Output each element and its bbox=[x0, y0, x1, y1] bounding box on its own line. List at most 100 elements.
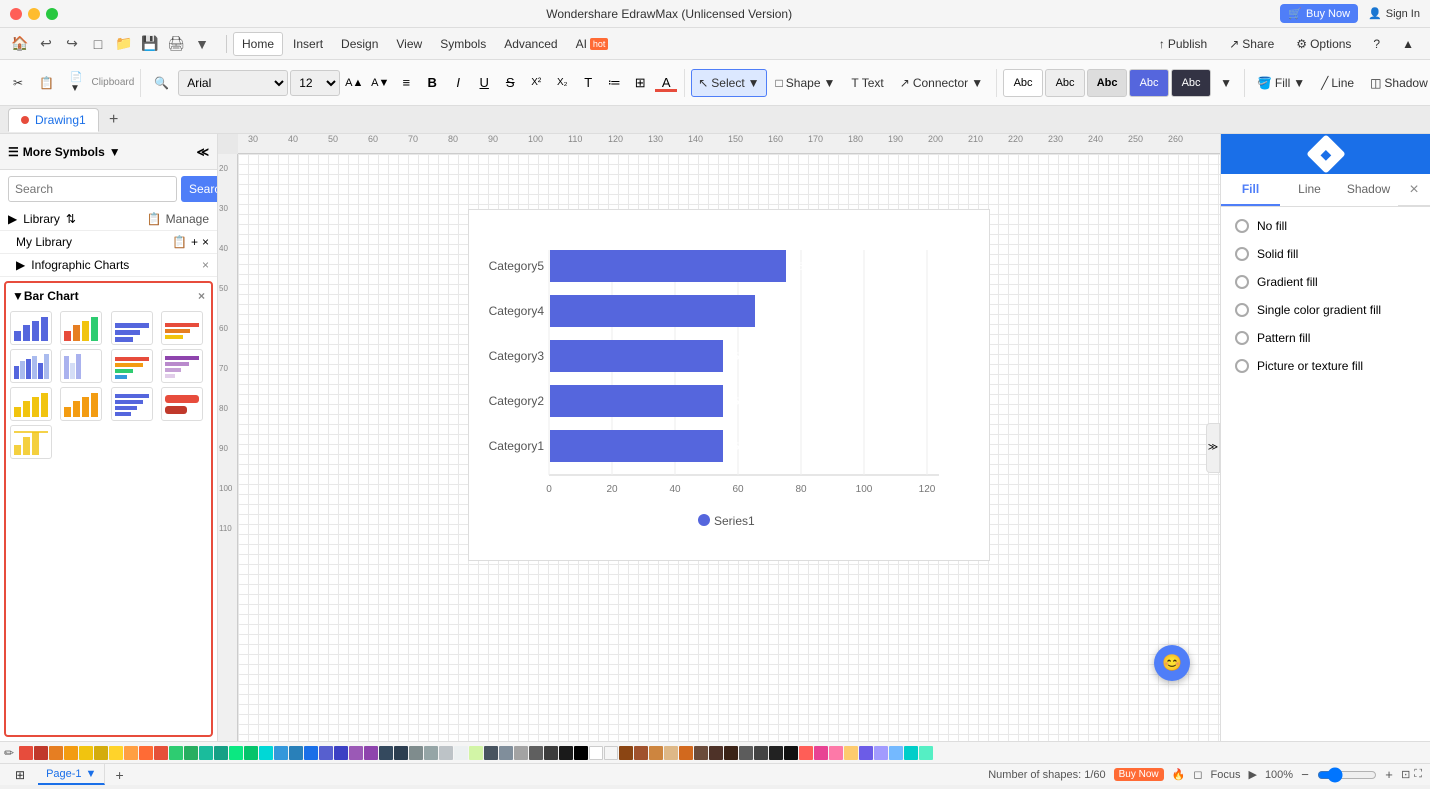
chart-thumb-10[interactable] bbox=[60, 387, 102, 421]
select-tool-btn[interactable]: ↖ Select ▼ bbox=[691, 69, 766, 97]
text-tool-btn[interactable]: T Text bbox=[844, 69, 890, 97]
color-swatch-25[interactable] bbox=[394, 746, 408, 760]
color-swatch-40[interactable] bbox=[619, 746, 633, 760]
page-1-tab[interactable]: Page-1 ▼ bbox=[38, 764, 105, 785]
color-swatch-12[interactable] bbox=[199, 746, 213, 760]
color-swatch-18[interactable] bbox=[289, 746, 303, 760]
undo-btn[interactable]: ↩ bbox=[34, 32, 58, 56]
styles-more-btn[interactable]: ▼ bbox=[1213, 69, 1239, 97]
color-swatch-17[interactable] bbox=[274, 746, 288, 760]
chart-thumb-1[interactable] bbox=[10, 311, 52, 345]
color-swatch-37[interactable] bbox=[574, 746, 588, 760]
style-abc-2[interactable]: Abc bbox=[1045, 69, 1085, 97]
menu-insert[interactable]: Insert bbox=[285, 33, 331, 55]
sign-in-button[interactable]: 👤 Sign In bbox=[1368, 7, 1420, 20]
close-window-btn[interactable] bbox=[10, 8, 22, 20]
chart-thumb-6[interactable] bbox=[60, 349, 102, 383]
color-swatch-34[interactable] bbox=[529, 746, 543, 760]
menu-advanced[interactable]: Advanced bbox=[496, 33, 565, 55]
color-swatch-36[interactable] bbox=[559, 746, 573, 760]
bar-chart-container[interactable]: Category5 Category4 Category3 Category2 … bbox=[468, 209, 990, 561]
fill-tab[interactable]: Fill bbox=[1221, 174, 1280, 206]
my-library-add-icon[interactable]: + bbox=[191, 235, 198, 249]
bar-category5[interactable] bbox=[550, 250, 786, 282]
fill-btn[interactable]: 🪣 Fill▼ bbox=[1250, 69, 1312, 97]
no-fill-option[interactable]: No fill bbox=[1229, 215, 1422, 237]
cut-btn[interactable]: ✂ bbox=[6, 69, 30, 97]
color-swatch-45[interactable] bbox=[694, 746, 708, 760]
more-btn[interactable]: ▼ bbox=[190, 32, 214, 56]
menu-design[interactable]: Design bbox=[333, 33, 386, 55]
style-abc-5[interactable]: Abc bbox=[1171, 69, 1211, 97]
home-quick-icon[interactable]: 🏠 bbox=[8, 32, 32, 56]
redo-btn[interactable]: ↪ bbox=[60, 32, 84, 56]
chart-thumb-3[interactable] bbox=[111, 311, 153, 345]
window-controls[interactable] bbox=[10, 8, 58, 20]
ai-assistant-fab[interactable]: 😊 bbox=[1154, 645, 1190, 681]
play-btn[interactable]: ▶ bbox=[1248, 768, 1256, 781]
menu-options[interactable]: ⚙Options bbox=[1288, 33, 1359, 55]
picture-texture-fill-option[interactable]: Picture or texture fill bbox=[1229, 355, 1422, 377]
color-swatch-22[interactable] bbox=[349, 746, 363, 760]
expand-right-panel-btn[interactable]: ≫ bbox=[1206, 423, 1220, 473]
buy-now-badge[interactable]: Buy Now bbox=[1114, 768, 1164, 781]
menu-symbols[interactable]: Symbols bbox=[432, 33, 494, 55]
my-library-row[interactable]: My Library 📋 + × bbox=[0, 231, 217, 254]
color-swatch-29[interactable] bbox=[454, 746, 468, 760]
chart-thumb-5[interactable] bbox=[10, 349, 52, 383]
color-swatch-33[interactable] bbox=[514, 746, 528, 760]
color-swatch-51[interactable] bbox=[784, 746, 798, 760]
connector-tool-btn[interactable]: ↗ Connector ▼ bbox=[893, 69, 990, 97]
color-swatch-9[interactable] bbox=[154, 746, 168, 760]
color-swatch-21[interactable] bbox=[334, 746, 348, 760]
color-swatch-32[interactable] bbox=[499, 746, 513, 760]
manage-btn[interactable]: Manage bbox=[166, 212, 209, 226]
chart-thumb-11[interactable] bbox=[111, 387, 153, 421]
color-swatch-48[interactable] bbox=[739, 746, 753, 760]
infographic-charts-row[interactable]: ▶ Infographic Charts × bbox=[0, 254, 217, 277]
help-btn[interactable]: ? bbox=[1365, 33, 1388, 55]
decrease-font-btn[interactable]: A▼ bbox=[368, 71, 392, 95]
add-tab-btn[interactable]: + bbox=[103, 109, 125, 131]
chart-thumb-2[interactable] bbox=[60, 311, 102, 345]
color-swatch-8[interactable] bbox=[139, 746, 153, 760]
page-tab-dropdown[interactable]: ▼ bbox=[86, 768, 97, 780]
color-swatch-43[interactable] bbox=[664, 746, 678, 760]
paste-btn[interactable]: 📄▼ bbox=[63, 69, 89, 97]
font-color-btn[interactable]: A bbox=[654, 71, 678, 95]
color-swatch-15[interactable] bbox=[244, 746, 258, 760]
strikethrough-btn[interactable]: S bbox=[498, 71, 522, 95]
color-swatch-11[interactable] bbox=[184, 746, 198, 760]
new-file-btn[interactable]: □ bbox=[86, 32, 110, 56]
chart-thumb-12[interactable] bbox=[161, 387, 203, 421]
menu-home[interactable]: Home bbox=[233, 32, 283, 56]
search-input[interactable] bbox=[8, 176, 177, 202]
solid-fill-option[interactable]: Solid fill bbox=[1229, 243, 1422, 265]
underline-btn[interactable]: U bbox=[472, 71, 496, 95]
chart-thumb-9[interactable] bbox=[10, 387, 52, 421]
menu-share[interactable]: ↗Share bbox=[1221, 33, 1282, 55]
indent-btn[interactable]: ⊞ bbox=[628, 71, 652, 95]
color-swatch-58[interactable] bbox=[889, 746, 903, 760]
save-btn[interactable]: 💾 bbox=[138, 32, 162, 56]
color-swatch-59[interactable] bbox=[904, 746, 918, 760]
color-swatch-55[interactable] bbox=[844, 746, 858, 760]
zoom-in-btn[interactable]: + bbox=[1381, 767, 1397, 783]
shapes-icon[interactable]: ◻ bbox=[1193, 768, 1202, 781]
buy-now-button[interactable]: 🛒 Buy Now bbox=[1280, 4, 1358, 23]
color-swatch-28[interactable] bbox=[439, 746, 453, 760]
increase-font-btn[interactable]: A▲ bbox=[342, 71, 366, 95]
print-btn[interactable]: 🖨 bbox=[164, 32, 188, 56]
color-swatch-6[interactable] bbox=[109, 746, 123, 760]
color-swatch-35[interactable] bbox=[544, 746, 558, 760]
diamond-icon[interactable]: ◆ bbox=[1306, 134, 1346, 174]
chart-thumb-4[interactable] bbox=[161, 311, 203, 345]
font-selector[interactable]: Arial bbox=[178, 70, 288, 96]
superscript-btn[interactable]: X² bbox=[524, 71, 548, 95]
bar-category1[interactable] bbox=[550, 430, 723, 462]
color-swatch-46[interactable] bbox=[709, 746, 723, 760]
bold-btn[interactable]: B bbox=[420, 71, 444, 95]
library-add-icon[interactable]: 📋 bbox=[147, 212, 162, 226]
zoom-out-btn[interactable]: − bbox=[1297, 767, 1313, 783]
color-swatch-4[interactable] bbox=[79, 746, 93, 760]
